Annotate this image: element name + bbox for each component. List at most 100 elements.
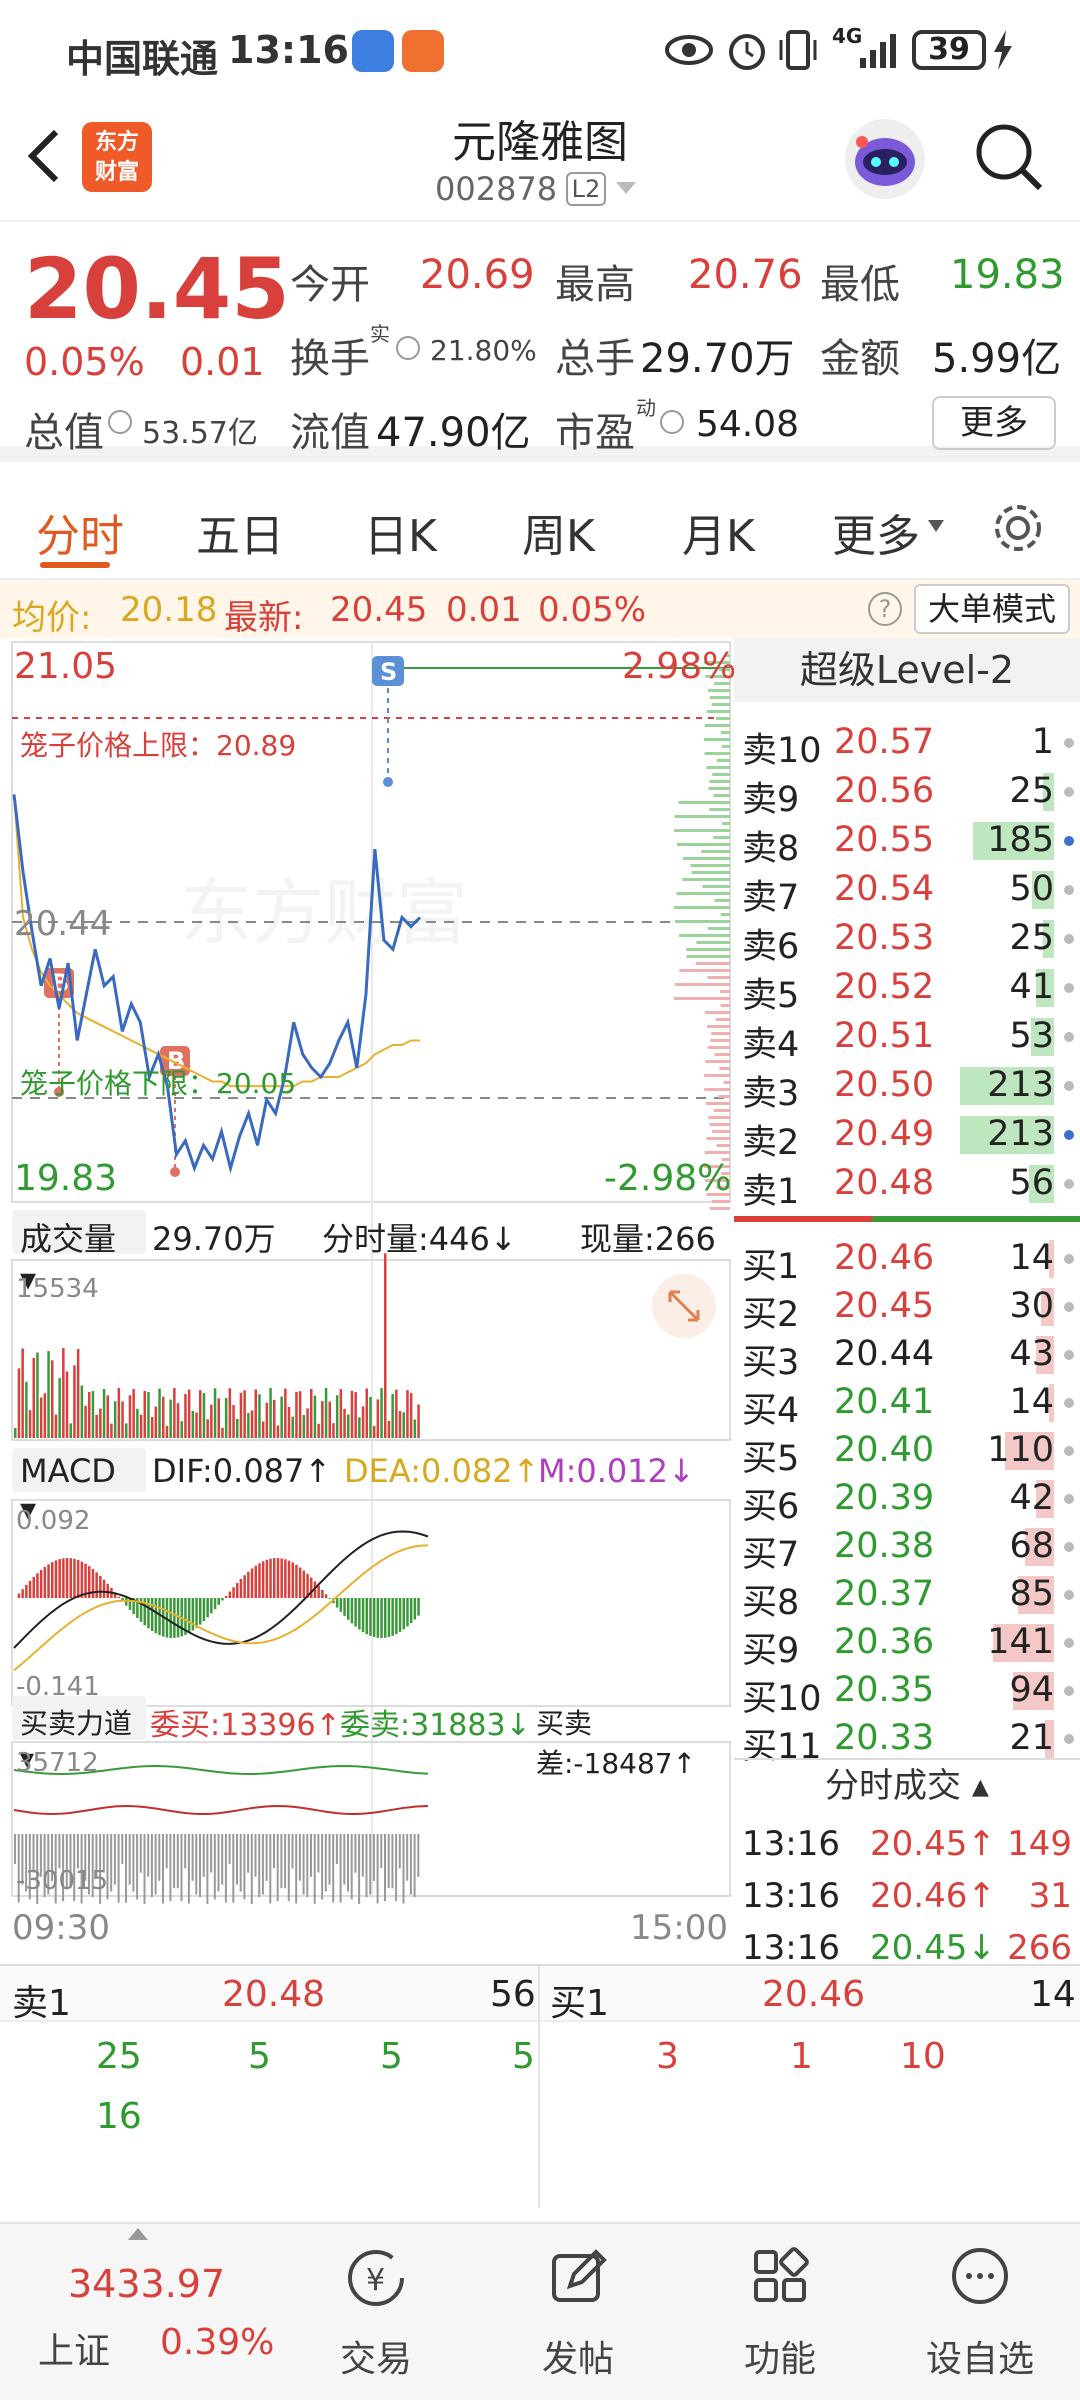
force-bar xyxy=(317,1834,320,1873)
force-bar xyxy=(162,1834,164,1904)
volume-indicator-select[interactable]: 成交量 ▾ xyxy=(12,1210,146,1298)
force-bar xyxy=(217,1834,220,1892)
bid-qty: 43 xyxy=(1009,1334,1054,1374)
macd-bar xyxy=(221,1598,224,1601)
volume-bar xyxy=(398,1411,402,1438)
volume-bar xyxy=(273,1399,276,1438)
force-diff: 买卖差:-18487↑ xyxy=(536,1707,697,1780)
ref-price-label: 20.44 xyxy=(14,904,112,944)
volume-bar xyxy=(176,1403,180,1438)
bid-qty: 94 xyxy=(1009,1670,1054,1710)
ask-row[interactable]: 卖3 20.50 213 xyxy=(734,1061,1080,1114)
mktcap-label: 总值 xyxy=(24,410,104,456)
macd-bar xyxy=(358,1598,361,1630)
ask-row[interactable]: 卖2 20.49 213 xyxy=(734,1110,1080,1163)
ask-row[interactable]: 卖7 20.54 50 xyxy=(734,865,1080,918)
volume-tick: 分时量:446↓ xyxy=(322,1220,517,1258)
order-queue: 卖1 20.48 56 买1 20.46 14 25 5 5 5 16 3 1 … xyxy=(0,1964,1080,2208)
depth-bar xyxy=(712,1130,730,1133)
force-bar xyxy=(273,1834,275,1869)
chevron-down-icon[interactable] xyxy=(614,180,638,198)
depth-bar xyxy=(707,976,730,979)
bid-price: 20.38 xyxy=(834,1526,935,1566)
tab-weekly-k[interactable]: 周K xyxy=(522,500,595,564)
depth-bar xyxy=(676,843,730,846)
tab-monthly-k[interactable]: 月K xyxy=(682,500,755,564)
volume-bar xyxy=(51,1360,54,1438)
trades-header[interactable]: 分时成交 ▴ xyxy=(734,1758,1080,1814)
ask-row[interactable]: 卖8 20.55 185 xyxy=(734,816,1080,869)
low-label: 最低 xyxy=(820,262,900,308)
force-label: 买卖力道 xyxy=(20,1707,133,1740)
trade-button[interactable]: ¥ 交易 xyxy=(276,2224,476,2402)
force-bar xyxy=(324,1834,327,1892)
dea-value: DEA:0.082↑ xyxy=(344,1452,540,1490)
depth-bar xyxy=(704,1011,730,1014)
force-bar xyxy=(365,1834,368,1898)
add-watchlist-button[interactable]: 设自选 xyxy=(880,2224,1080,2402)
bid-row[interactable]: 买4 20.41 14 xyxy=(734,1378,1080,1431)
more-button[interactable]: 更多 xyxy=(932,396,1056,450)
info-icon[interactable] xyxy=(660,410,684,434)
bid-row[interactable]: 买3 20.44 43 xyxy=(734,1330,1080,1383)
ask-level-label: 卖10 xyxy=(742,731,822,771)
tab-more[interactable]: 更多 xyxy=(832,500,920,564)
y-max-pct: 2.98% xyxy=(622,646,737,687)
volume-bar xyxy=(402,1412,405,1438)
force-bar xyxy=(187,1834,190,1904)
gear-icon[interactable] xyxy=(990,500,1046,556)
ask-row[interactable]: 卖6 20.53 25 xyxy=(734,914,1080,967)
bid-row[interactable]: 买8 20.37 85 xyxy=(734,1570,1080,1623)
volume-bar xyxy=(413,1419,417,1438)
macd-bar xyxy=(350,1598,354,1624)
last-change: 0.01 xyxy=(446,590,522,630)
bid-row[interactable]: 买10 20.35 94 xyxy=(734,1666,1080,1719)
macd-indicator-select[interactable]: MACD ▾ xyxy=(12,1448,146,1528)
stock-title: 元隆雅图 xyxy=(452,117,628,168)
ask-row[interactable]: 卖5 20.52 41 xyxy=(734,963,1080,1016)
volume-bar xyxy=(202,1393,206,1438)
high-value: 20.76 xyxy=(688,252,803,298)
bid-row[interactable]: 买9 20.36 141 xyxy=(734,1618,1080,1671)
info-icon[interactable] xyxy=(108,410,132,434)
info-icon[interactable] xyxy=(396,336,420,360)
volume-bar xyxy=(39,1397,43,1438)
trade-icon: ¥ xyxy=(348,2250,404,2306)
force-bar xyxy=(202,1834,205,1877)
book-title[interactable]: 超级Level-2 xyxy=(734,638,1080,702)
tab-daily-k[interactable]: 日K xyxy=(364,500,437,564)
macd-bar xyxy=(372,1598,376,1638)
force-indicator-select[interactable]: 买卖力道 ▾ xyxy=(12,1696,146,1775)
back-icon[interactable] xyxy=(24,126,64,186)
bid-row[interactable]: 买6 20.39 42 xyxy=(734,1474,1080,1527)
bid-row[interactable]: 买2 20.45 30 xyxy=(734,1282,1080,1335)
queue-sell-order: 25 xyxy=(96,2036,142,2077)
bid-row[interactable]: 买7 20.38 68 xyxy=(734,1522,1080,1575)
ask-row[interactable]: 卖9 20.56 25 xyxy=(734,767,1080,820)
vibrate-icon xyxy=(779,30,817,70)
function-button[interactable]: 功能 xyxy=(680,2224,880,2402)
level-dot-icon xyxy=(1064,738,1074,748)
post-button[interactable]: 发帖 xyxy=(478,2224,678,2402)
bid-row[interactable]: 买11 20.33 21 xyxy=(734,1714,1080,1767)
stock-code: 002878 xyxy=(435,170,558,208)
assistant-robot-icon[interactable] xyxy=(840,114,930,204)
big-order-mode-button[interactable]: 大单模式 xyxy=(914,584,1070,634)
search-icon[interactable] xyxy=(974,122,1046,194)
bid-row[interactable]: 买5 20.40 110 xyxy=(734,1426,1080,1479)
level-dot-icon xyxy=(1064,1446,1074,1456)
help-icon[interactable]: ? xyxy=(868,592,902,626)
depth-bar xyxy=(713,1109,730,1112)
macd-bar xyxy=(284,1559,287,1598)
force-bar xyxy=(258,1834,261,1898)
depth-bar xyxy=(711,1200,730,1203)
bid-row[interactable]: 买1 20.46 14 xyxy=(734,1234,1080,1287)
volume-bar xyxy=(295,1391,298,1438)
ask-row[interactable]: 卖1 20.48 56 xyxy=(734,1159,1080,1212)
tab-five-day[interactable]: 五日 xyxy=(196,500,284,564)
ask-row[interactable]: 卖10 20.57 1 xyxy=(734,718,1080,771)
volume-bar xyxy=(158,1388,161,1438)
ask-row[interactable]: 卖4 20.51 53 xyxy=(734,1012,1080,1065)
app-logo: 东方 财富 xyxy=(82,122,152,192)
tab-intraday[interactable]: 分时 xyxy=(36,500,124,564)
